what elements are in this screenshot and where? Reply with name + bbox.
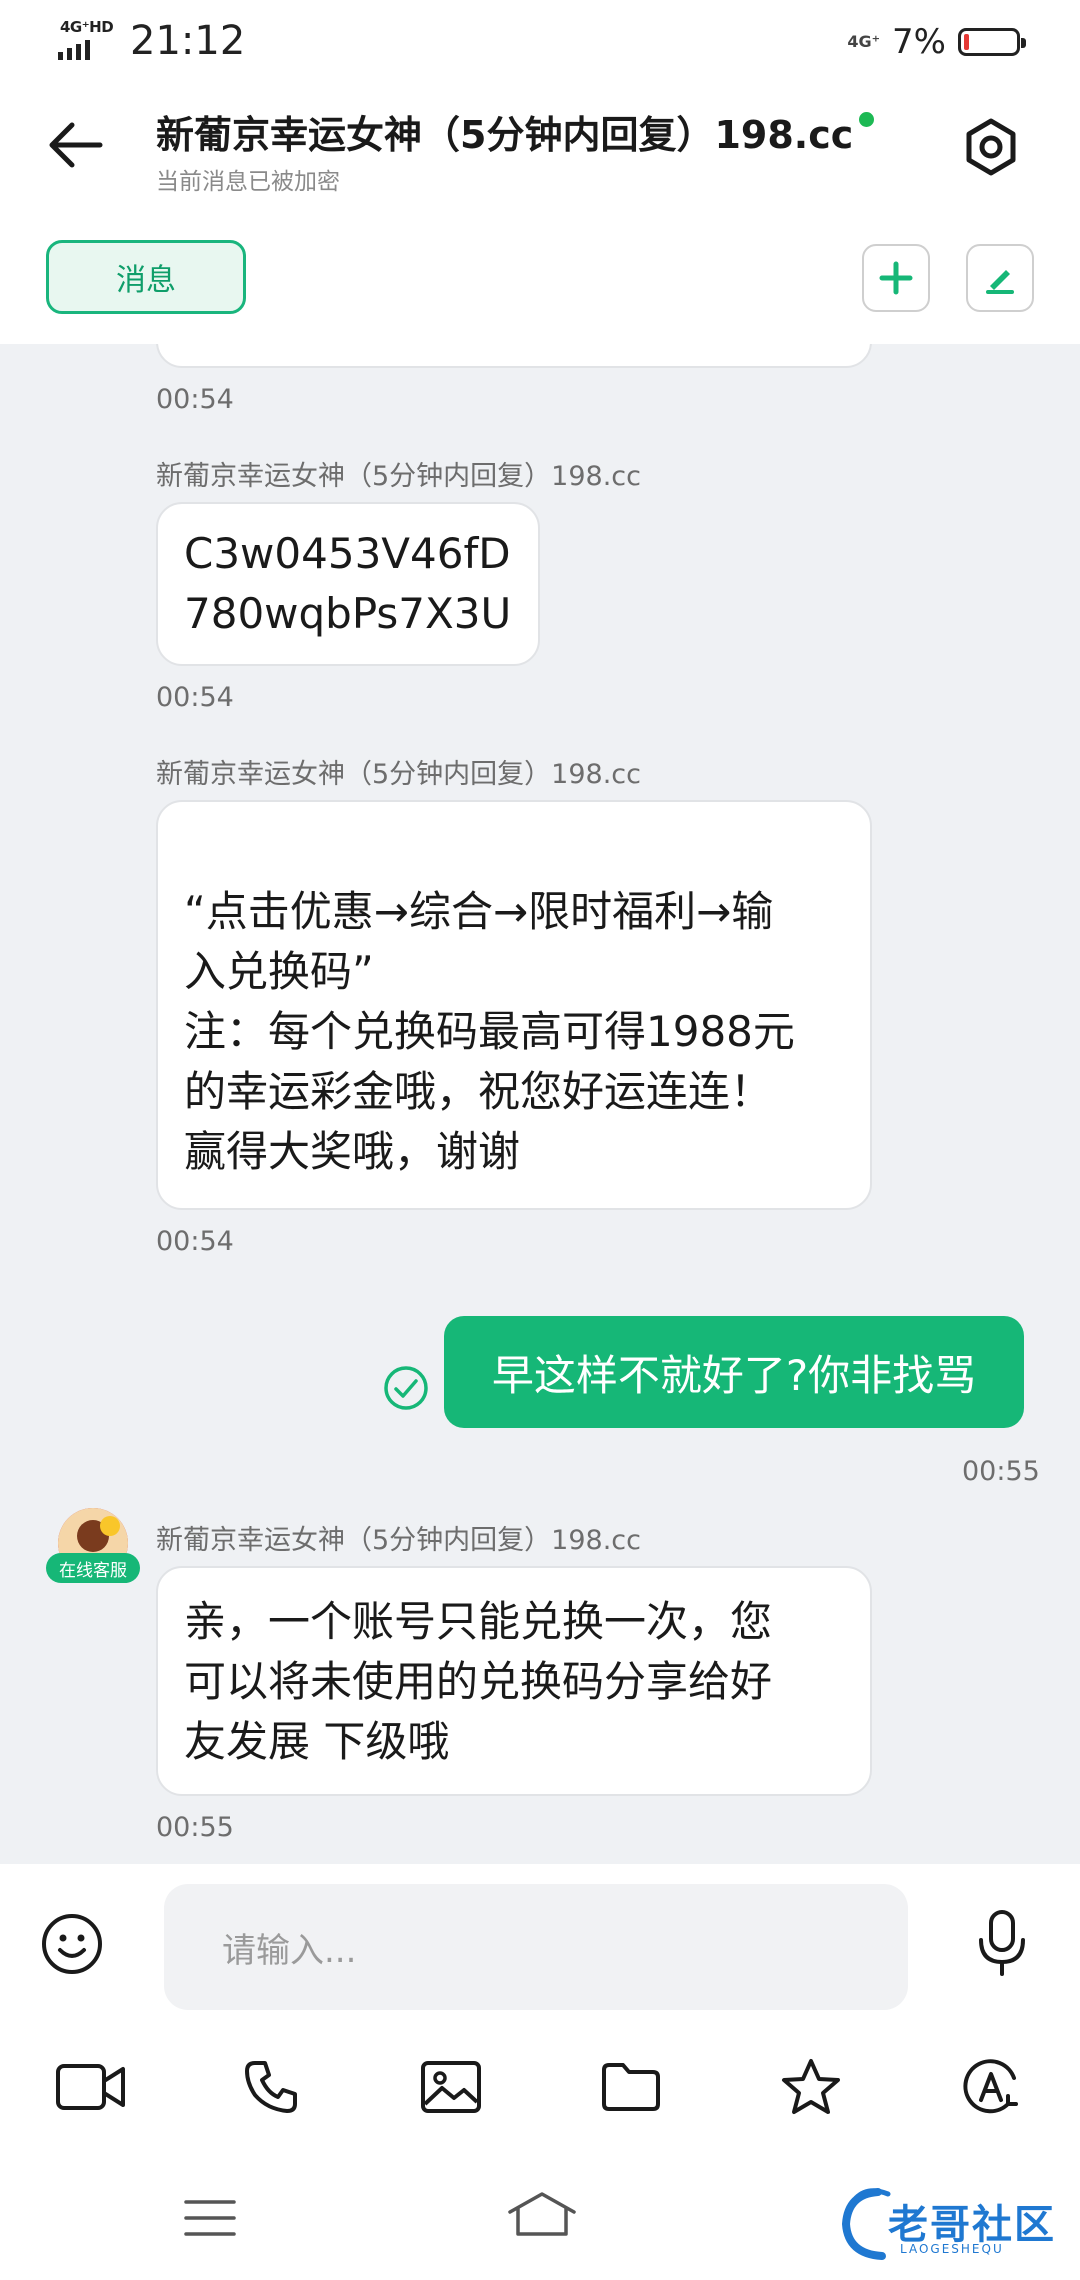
message-line: 赢得大奖哦，谢谢 — [184, 1127, 521, 1176]
pencil-icon — [986, 270, 1014, 294]
message-sender: 新葡京幸运女神（5分钟内回复）198.cc — [156, 1525, 641, 1556]
battery-icon — [958, 28, 1026, 56]
sent-check-icon — [384, 1366, 428, 1410]
video-camera-icon — [56, 2064, 125, 2110]
encryption-notice: 当前消息已被加密 — [156, 169, 340, 195]
translate-icon — [963, 2059, 1018, 2114]
edit-button[interactable] — [966, 244, 1034, 312]
message-line: 780wqbPs7X3U — [184, 589, 512, 638]
message-time: 00:54 — [156, 1226, 234, 1257]
input-bar: 请输入... — [0, 1864, 1080, 2024]
voice-button[interactable] — [972, 1908, 1032, 1978]
status-bar: 4G⁺HD 21:12 4G⁺ 7% — [0, 0, 1080, 84]
home-icon — [508, 2192, 576, 2236]
add-button[interactable] — [862, 244, 930, 312]
back-button[interactable] — [40, 110, 110, 180]
chat-title-text: 新葡京幸运女神（5分钟内回复）198.cc — [156, 113, 854, 157]
tab-row: 消息 — [0, 204, 1080, 344]
network-tag: 4G⁺HD — [60, 18, 114, 36]
attachment-toolbar — [0, 2024, 1080, 2144]
message-bubble[interactable]: “点击优惠→综合→限时福利→输 入兑换码” 注：每个兑换码最高可得1988元 的… — [156, 800, 872, 1210]
hamburger-icon — [184, 2200, 236, 2236]
message-line: C3w0453V46fD — [184, 529, 511, 578]
settings-button[interactable] — [956, 112, 1026, 182]
status-right: 4G⁺ 7% — [847, 22, 1026, 62]
chat-area[interactable]: 00:54 新葡京幸运女神（5分钟内回复）198.cc C3w0453V46fD… — [0, 344, 1080, 1864]
message-sender: 新葡京幸运女神（5分钟内回复）198.cc — [156, 759, 641, 790]
emoji-button[interactable] — [40, 1912, 104, 1976]
microphone-icon — [979, 1910, 1025, 1976]
status-time: 21:12 — [130, 18, 246, 64]
plus-icon — [879, 261, 913, 295]
message-line: 友发展 下级哦 — [184, 1717, 450, 1766]
arrow-left-icon — [49, 122, 103, 168]
smiley-icon — [42, 1914, 102, 1974]
battery-percent: 7% — [892, 22, 946, 62]
message-bubble[interactable]: 亲，一个账号只能兑换一次，您 可以将未使用的兑换码分享给好 友发展 下级哦 — [156, 1566, 872, 1796]
message-time: 00:54 — [156, 682, 234, 713]
star-icon — [782, 2059, 840, 2114]
chat-title: 新葡京幸运女神（5分钟内回复）198.cc — [156, 104, 875, 159]
chat-header: 新葡京幸运女神（5分钟内回复）198.cc 当前消息已被加密 — [0, 84, 1080, 204]
menu-button[interactable] — [184, 2198, 236, 2242]
folder-icon — [602, 2063, 660, 2111]
system-nav-bar: 老哥社区 LAOGESHEQU — [0, 2144, 1080, 2280]
settings-icon — [966, 118, 1016, 176]
message-line: 亲，一个账号只能兑换一次，您 — [184, 1597, 773, 1646]
message-bubble[interactable]: C3w0453V46fD 780wqbPs7X3U — [156, 502, 540, 666]
file-button[interactable] — [594, 2054, 668, 2120]
online-status-dot — [859, 112, 875, 127]
watermark-logo: 老哥社区 LAOGESHEQU — [838, 2184, 1068, 2264]
tab-messages[interactable]: 消息 — [46, 240, 246, 314]
message-time: 00:55 — [156, 1812, 234, 1843]
message-line: 可以将未使用的兑换码分享给好 — [184, 1657, 773, 1706]
phone-icon — [245, 2061, 297, 2113]
message-input[interactable]: 请输入... — [164, 1884, 908, 2010]
message-sender: 新葡京幸运女神（5分钟内回复）198.cc — [156, 461, 641, 492]
message-time: 00:54 — [156, 384, 234, 415]
video-call-button[interactable] — [54, 2054, 128, 2120]
voice-call-button[interactable] — [234, 2054, 308, 2120]
message-bubble[interactable] — [156, 344, 872, 368]
message-line: 注：每个兑换码最高可得1988元 — [184, 1007, 795, 1056]
cellular-signal-icon: 4G⁺HD — [58, 18, 114, 60]
online-service-badge: 在线客服 — [46, 1553, 140, 1583]
home-button[interactable] — [506, 2188, 578, 2244]
translate-button[interactable] — [954, 2054, 1028, 2120]
watermark-subtext: LAOGESHEQU — [900, 2242, 1004, 2256]
favorite-button[interactable] — [774, 2054, 848, 2120]
image-button[interactable] — [414, 2054, 488, 2120]
message-line: 的幸运彩金哦，祝您好运连连！ — [184, 1067, 773, 1116]
message-line: 入兑换码” — [184, 947, 374, 996]
outgoing-message-bubble[interactable]: 早这样不就好了?你非找骂 — [444, 1316, 1024, 1428]
message-time: 00:55 — [962, 1456, 1040, 1487]
network-4g-label: 4G⁺ — [847, 32, 881, 51]
image-icon — [421, 2061, 481, 2113]
message-line: “点击优惠→综合→限时福利→输 — [184, 887, 774, 936]
